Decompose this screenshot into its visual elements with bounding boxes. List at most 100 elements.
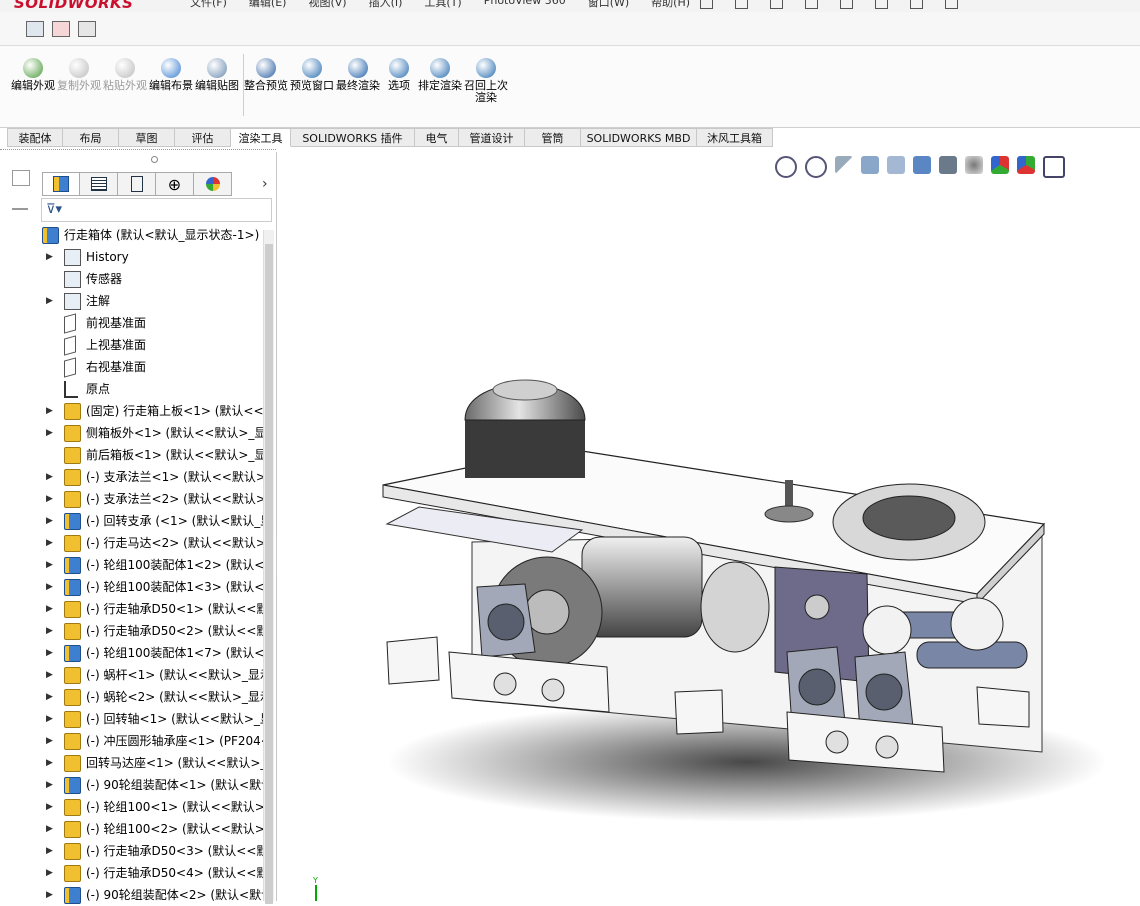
ribbon-button[interactable]: 最终渲染 [336,58,380,92]
tree-item[interactable]: 前后箱板<1> (默认<<默认>_显示状态 [38,444,263,466]
ribbon-button[interactable]: 粘贴外观 [103,58,147,92]
tree-item[interactable]: 行走箱体 (默认<默认_显示状态-1>) [38,224,263,246]
menu-item[interactable]: 帮助(H) [651,0,690,10]
ribbon-button[interactable]: 编辑贴图 [195,58,239,92]
open-icon[interactable] [735,0,748,9]
dimxpert-manager-tab[interactable]: ⊕ [156,172,194,196]
tab[interactable]: 装配体 [7,128,63,147]
expand-arrow-icon[interactable]: ▶ [46,290,53,312]
tab[interactable]: 渲染工具 [231,128,291,147]
tree-item[interactable]: ▶ (-) 冲压圆形轴承座<1> (PF204<默认 [38,730,263,752]
options-icon[interactable] [945,0,958,9]
expand-arrow-icon[interactable]: ▶ [46,422,53,444]
tree-item[interactable]: ▶ (固定) 行走箱上板<1> (默认<<默认>_显 [38,400,263,422]
ribbon-button[interactable]: 整合预览 [244,58,288,92]
tree-item[interactable]: ▶ (-) 支承法兰<2> (默认<<默认>_显示 [38,488,263,510]
chevron-right-icon[interactable]: › [262,176,268,192]
camera-icon[interactable] [26,21,44,37]
expand-arrow-icon[interactable]: ▶ [46,686,53,708]
menu-item[interactable]: 视图(V) [308,0,346,10]
select-icon[interactable] [875,0,888,9]
tree-item[interactable]: ▶ (-) 行走轴承D50<4> (默认<<默认>_ [38,862,263,884]
expand-arrow-icon[interactable]: ▶ [46,752,53,774]
graphics-viewport[interactable]: Y [277,152,1140,901]
tree-item[interactable]: ▶ History [38,246,263,268]
expand-arrow-icon[interactable]: ▶ [46,818,53,840]
ribbon-button[interactable]: 预览窗口 [290,58,334,92]
expand-arrow-icon[interactable]: ▶ [46,884,53,906]
expand-arrow-icon[interactable]: ▶ [46,510,53,532]
tree-item[interactable]: 原点 [38,378,263,400]
expand-arrow-icon[interactable]: ▶ [46,642,53,664]
expand-arrow-icon[interactable]: ▶ [46,730,53,752]
expand-arrow-icon[interactable]: ▶ [46,774,53,796]
expand-arrow-icon[interactable]: ▶ [46,708,53,730]
expand-arrow-icon[interactable]: ▶ [46,862,53,884]
tree-item[interactable]: ▶ (-) 行走轴承D50<2> (默认<<默认>_ [38,620,263,642]
expand-arrow-icon[interactable]: ▶ [46,664,53,686]
expand-arrow-icon[interactable]: ▶ [46,620,53,642]
tab[interactable]: 管筒 [525,128,581,147]
property-manager-tab[interactable] [80,172,118,196]
tree-item[interactable]: ▶ 注解 [38,290,263,312]
render-region-icon[interactable] [52,21,70,37]
expand-arrow-icon[interactable]: ▶ [46,554,53,576]
tree-item[interactable]: ▶ (-) 轮组100装配体1<2> (默认<默认_ [38,554,263,576]
new-icon[interactable] [700,0,713,9]
ribbon-button[interactable]: 编辑布景 [149,58,193,92]
expand-arrow-icon[interactable]: ▶ [46,488,53,510]
tree-item[interactable]: ▶ (-) 回转支承 (<1> (默认<默认_显示 [38,510,263,532]
ribbon-button[interactable]: 排定渲染 [418,58,462,92]
tab[interactable]: 沐风工具箱 [697,128,773,147]
tree-item[interactable]: ▶ (-) 行走马达<2> (默认<<默认>_显示 [38,532,263,554]
ribbon-button[interactable]: 召回上次渲染 [464,58,508,104]
tree-item[interactable]: 上视基准面 [38,334,263,356]
menu-item[interactable]: 编辑(E) [249,0,287,10]
render-stop-icon[interactable] [78,21,96,37]
save-icon[interactable] [770,0,783,9]
tree-item[interactable]: ▶ (-) 90轮组装配体<1> (默认<默认_显 [38,774,263,796]
tab[interactable]: 评估 [175,128,231,147]
tree-item[interactable]: ▶ (-) 轮组100<2> (默认<<默认>_显示 [38,818,263,840]
tree-item[interactable]: ▶ (-) 轮组100装配体1<7> (默认<默认_ [38,642,263,664]
tree-item[interactable]: ▶ 侧箱板外<1> (默认<<默认>_显示状态 [38,422,263,444]
tree-item[interactable]: 右视基准面 [38,356,263,378]
rebuild-icon[interactable] [910,0,923,9]
tab[interactable]: 布局 [63,128,119,147]
tab[interactable]: SOLIDWORKS MBD [581,128,697,147]
collapse-icon[interactable] [12,198,28,210]
scrollbar-thumb[interactable] [265,244,273,904]
tree-item[interactable]: ▶ (-) 90轮组装配体<2> (默认<默认_显 [38,884,263,906]
menu-item[interactable]: 窗口(W) [588,0,629,10]
expand-arrow-icon[interactable]: ▶ [46,532,53,554]
tree-item[interactable]: ▶ (-) 行走轴承D50<1> (默认<<默认>_ [38,598,263,620]
tab[interactable]: SOLIDWORKS 插件 [291,128,415,147]
expand-arrow-icon[interactable]: ▶ [46,840,53,862]
display-manager-tab[interactable] [194,172,232,196]
flyout-icon[interactable] [12,170,30,186]
tree-item[interactable]: ▶ (-) 轮组100<1> (默认<<默认>_显示 [38,796,263,818]
tree-item[interactable]: ▶ (-) 蜗杆<1> (默认<<默认>_显示状态 [38,664,263,686]
tree-item[interactable]: ▶ (-) 轮组100装配体1<3> (默认<默认_ [38,576,263,598]
feature-manager-tab[interactable] [42,172,80,196]
expand-arrow-icon[interactable]: ▶ [46,246,53,268]
tree-item[interactable]: ▶ (-) 蜗轮<2> (默认<<默认>_显示状态 [38,686,263,708]
solidworks-logo[interactable]: SOLIDWORKS [14,0,133,12]
assembly-model[interactable] [277,152,1140,901]
ribbon-button[interactable]: 编辑外观 [11,58,55,92]
tree-item[interactable]: 前视基准面 [38,312,263,334]
expand-arrow-icon[interactable]: ▶ [46,400,53,422]
menu-item[interactable]: 文件(F) [190,0,227,10]
menu-item[interactable]: PhotoView 360 [484,0,566,10]
print-icon[interactable] [805,0,818,9]
tree-scrollbar[interactable] [263,230,274,904]
tab[interactable]: 管道设计 [459,128,525,147]
expand-arrow-icon[interactable]: ▶ [46,576,53,598]
tree-item[interactable]: 传感器 [38,268,263,290]
tab[interactable]: 草图 [119,128,175,147]
expand-arrow-icon[interactable]: ▶ [46,466,53,488]
undo-icon[interactable] [840,0,853,9]
ribbon-button[interactable]: 选项 [377,58,421,92]
tree-item[interactable]: ▶ (-) 回转轴<1> (默认<<默认>_显示 [38,708,263,730]
panel-grip-icon[interactable] [151,156,158,163]
